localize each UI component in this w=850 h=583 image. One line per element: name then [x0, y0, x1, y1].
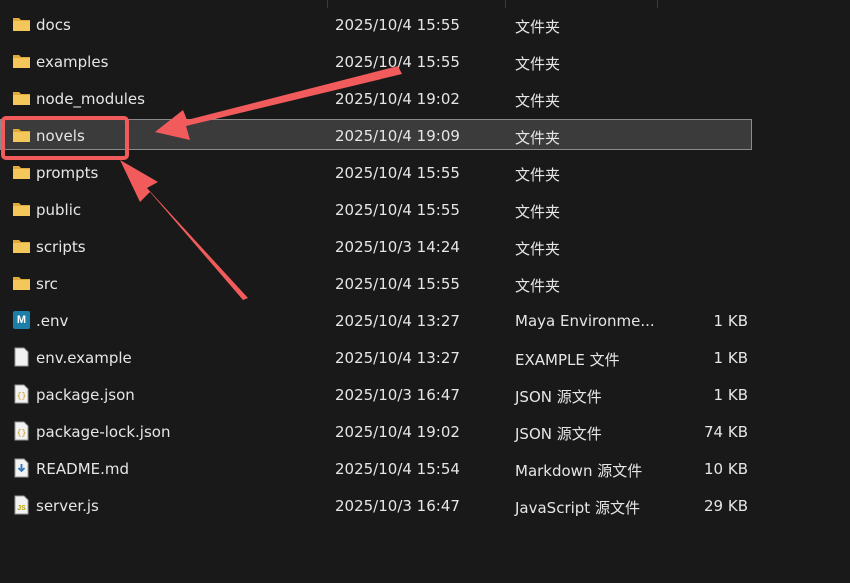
file-type: EXAMPLE 文件: [515, 351, 620, 369]
file-name: env.example: [36, 349, 132, 367]
file-date: 2025/10/4 19:02: [335, 423, 460, 441]
file-date: 2025/10/3 16:47: [335, 497, 460, 515]
file-size: 1 KB: [713, 312, 748, 330]
file-row[interactable]: src 2025/10/4 15:55 文件夹: [0, 266, 850, 303]
file-date: 2025/10/4 15:55: [335, 275, 460, 293]
file-type: 文件夹: [515, 18, 561, 36]
folder-icon: [12, 125, 31, 145]
file-size: 10 KB: [704, 460, 748, 478]
file-date: 2025/10/3 14:24: [335, 238, 460, 256]
file-row[interactable]: {} package-lock.json 2025/10/4 19:02 JSON 源…: [0, 414, 850, 451]
file-row[interactable]: README.md 2025/10/4 15:54 Markdown 源文件 10 K…: [0, 451, 850, 488]
folder-icon: [12, 51, 31, 71]
file-size: 29 KB: [704, 497, 748, 515]
file-type: 文件夹: [515, 92, 561, 110]
file-date: 2025/10/4 13:27: [335, 349, 460, 367]
file-type: JSON 源文件: [515, 425, 602, 443]
file-name: node_modules: [36, 90, 145, 108]
file-name: README.md: [36, 460, 130, 478]
file-date: 2025/10/4 19:09: [335, 127, 460, 145]
file-name: public: [36, 201, 82, 219]
file-row[interactable]: scripts 2025/10/3 14:24 文件夹: [0, 229, 850, 266]
file-date: 2025/10/4 13:27: [335, 312, 460, 330]
file-name: scripts: [36, 238, 86, 256]
file-type: JavaScript 源文件: [515, 499, 640, 517]
file-row[interactable]: node_modules 2025/10/4 19:02 文件夹: [0, 81, 850, 118]
file-type: 文件夹: [515, 166, 561, 184]
folder-icon: [12, 88, 31, 108]
file-name: .env: [36, 312, 69, 330]
file-name: prompts: [36, 164, 99, 182]
file-row[interactable]: public 2025/10/4 15:55 文件夹: [0, 192, 850, 229]
file-type: 文件夹: [515, 55, 561, 73]
file-date: 2025/10/4 19:02: [335, 90, 460, 108]
file-row-selected[interactable]: novels 2025/10/4 19:09 文件夹: [0, 118, 850, 155]
folder-icon: [12, 199, 31, 219]
file-size: 74 KB: [704, 423, 748, 441]
folder-icon: [12, 236, 31, 256]
file-date: 2025/10/4 15:54: [335, 460, 460, 478]
file-name: docs: [36, 16, 71, 34]
file-date: 2025/10/3 16:47: [335, 386, 460, 404]
file-date: 2025/10/4 15:55: [335, 201, 460, 219]
file-name: novels: [36, 127, 85, 145]
file-date: 2025/10/4 15:55: [335, 164, 460, 182]
file-type: Markdown 源文件: [515, 462, 643, 480]
folder-icon: [12, 162, 31, 182]
file-type: 文件夹: [515, 203, 561, 221]
file-icon: [12, 347, 31, 367]
file-row[interactable]: prompts 2025/10/4 15:55 文件夹: [0, 155, 850, 192]
json-file-icon: {}: [12, 384, 31, 404]
file-row[interactable]: docs 2025/10/4 15:55 文件夹: [0, 7, 850, 44]
js-file-icon: JS: [12, 495, 31, 515]
file-type: 文件夹: [515, 240, 561, 258]
file-type: Maya Environme...: [515, 312, 655, 330]
svg-text:JS: JS: [17, 505, 26, 512]
file-name: package.json: [36, 386, 135, 404]
file-type: 文件夹: [515, 277, 561, 295]
file-row[interactable]: examples 2025/10/4 15:55 文件夹: [0, 44, 850, 81]
maya-env-icon: M: [12, 310, 31, 330]
file-type: JSON 源文件: [515, 388, 602, 406]
file-row[interactable]: {} package.json 2025/10/3 16:47 JSON 源文件 1 K…: [0, 377, 850, 414]
file-row[interactable]: env.example 2025/10/4 13:27 EXAMPLE 文件 1 KB: [0, 340, 850, 377]
file-name: examples: [36, 53, 109, 71]
file-list: docs 2025/10/4 15:55 文件夹 examples 2025/10/4 …: [0, 7, 850, 525]
file-date: 2025/10/4 15:55: [335, 53, 460, 71]
file-row[interactable]: JS server.js 2025/10/3 16:47 JavaScript 源文件…: [0, 488, 850, 525]
file-name: server.js: [36, 497, 99, 515]
folder-icon: [12, 273, 31, 293]
file-size: 1 KB: [713, 349, 748, 367]
file-row[interactable]: M .env 2025/10/4 13:27 Maya Environme... 1 K…: [0, 303, 850, 340]
file-size: 1 KB: [713, 386, 748, 404]
file-name: package-lock.json: [36, 423, 171, 441]
svg-text:{}: {}: [17, 392, 27, 401]
svg-text:M: M: [17, 314, 26, 326]
file-name: src: [36, 275, 58, 293]
file-date: 2025/10/4 15:55: [335, 16, 460, 34]
markdown-file-icon: [12, 458, 31, 478]
folder-icon: [12, 14, 31, 34]
file-type: 文件夹: [515, 129, 561, 147]
svg-text:{}: {}: [17, 429, 27, 438]
json-file-icon: {}: [12, 421, 31, 441]
